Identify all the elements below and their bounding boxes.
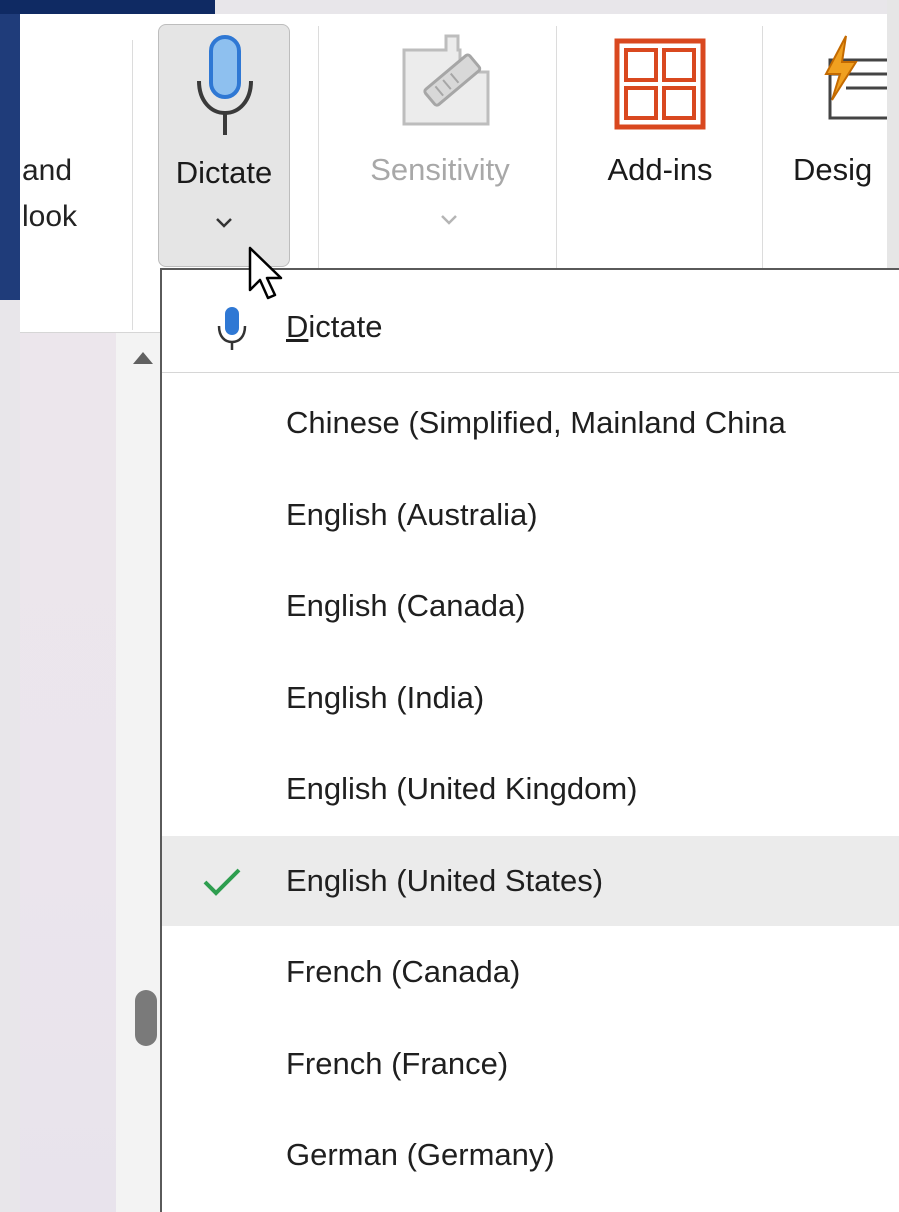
mouse-pointer-icon: [248, 246, 283, 300]
addins-grid-icon: [614, 38, 706, 130]
vertical-scrollbar[interactable]: [116, 333, 160, 1212]
dictate-button[interactable]: Dictate: [158, 24, 290, 267]
sensitivity-button-label: Sensitivity: [370, 152, 510, 187]
menu-item-language[interactable]: English (India): [162, 653, 899, 743]
menu-item-language-label: Chinese (Simplified, Mainland China: [286, 405, 786, 440]
scrollbar-thumb[interactable]: [135, 990, 157, 1046]
menu-item-language[interactable]: English (Canada): [162, 561, 899, 651]
menu-item-dictate-label: Dictate: [286, 309, 383, 344]
menu-item-language[interactable]: Chinese (Simplified, Mainland China: [162, 378, 899, 468]
dictate-language-menu: Dictate Chinese (Simplified, Mainland Ch…: [160, 268, 899, 1212]
designer-icon: [824, 35, 888, 120]
menu-item-language-label: French (Canada): [286, 954, 521, 989]
menu-item-language[interactable]: German (Germany): [162, 1110, 899, 1200]
menu-item-language[interactable]: English (United Kingdom): [162, 744, 899, 834]
ribbon-group-separator: [132, 40, 133, 330]
document-canvas[interactable]: [20, 333, 116, 1212]
partial-group-label-line2: look: [22, 200, 78, 233]
chevron-down-icon: [216, 218, 232, 228]
menu-item-language-label: English (United Kingdom): [286, 771, 638, 806]
menu-item-language-label: German (Germany): [286, 1137, 555, 1172]
partial-group-label-line1: and: [22, 154, 73, 187]
menu-item-language-label: English (Canada): [286, 588, 526, 623]
menu-item-language-label: English (Australia): [286, 496, 538, 532]
dictate-button-label: Dictate: [175, 155, 273, 190]
menu-item-language-label: French (France): [286, 1045, 509, 1081]
menu-item-language[interactable]: French (France): [162, 1019, 899, 1109]
checkmark-icon: [203, 868, 241, 896]
menu-item-language-label: English (India): [286, 679, 485, 715]
screenshot-stage: and look Dictate Sensitivity Add-ins Des…: [0, 0, 899, 1212]
addins-button-label: Add-ins: [607, 152, 713, 187]
menu-item-language[interactable]: English (Australia): [162, 470, 899, 560]
designer-button-label: Desig: [793, 152, 873, 187]
menu-item-language[interactable]: French (Canada): [162, 927, 899, 1017]
chevron-down-icon: [441, 215, 457, 225]
microphone-icon: [197, 35, 253, 135]
menu-item-language-label: English (United States): [286, 862, 604, 898]
menu-divider: [162, 372, 899, 373]
microphone-icon: [217, 307, 247, 350]
app-title-band: [0, 0, 215, 14]
menu-item-language[interactable]: English (United States): [162, 835, 899, 926]
scroll-up-arrow-icon[interactable]: [133, 352, 153, 364]
sensitivity-label-icon: [402, 34, 490, 126]
